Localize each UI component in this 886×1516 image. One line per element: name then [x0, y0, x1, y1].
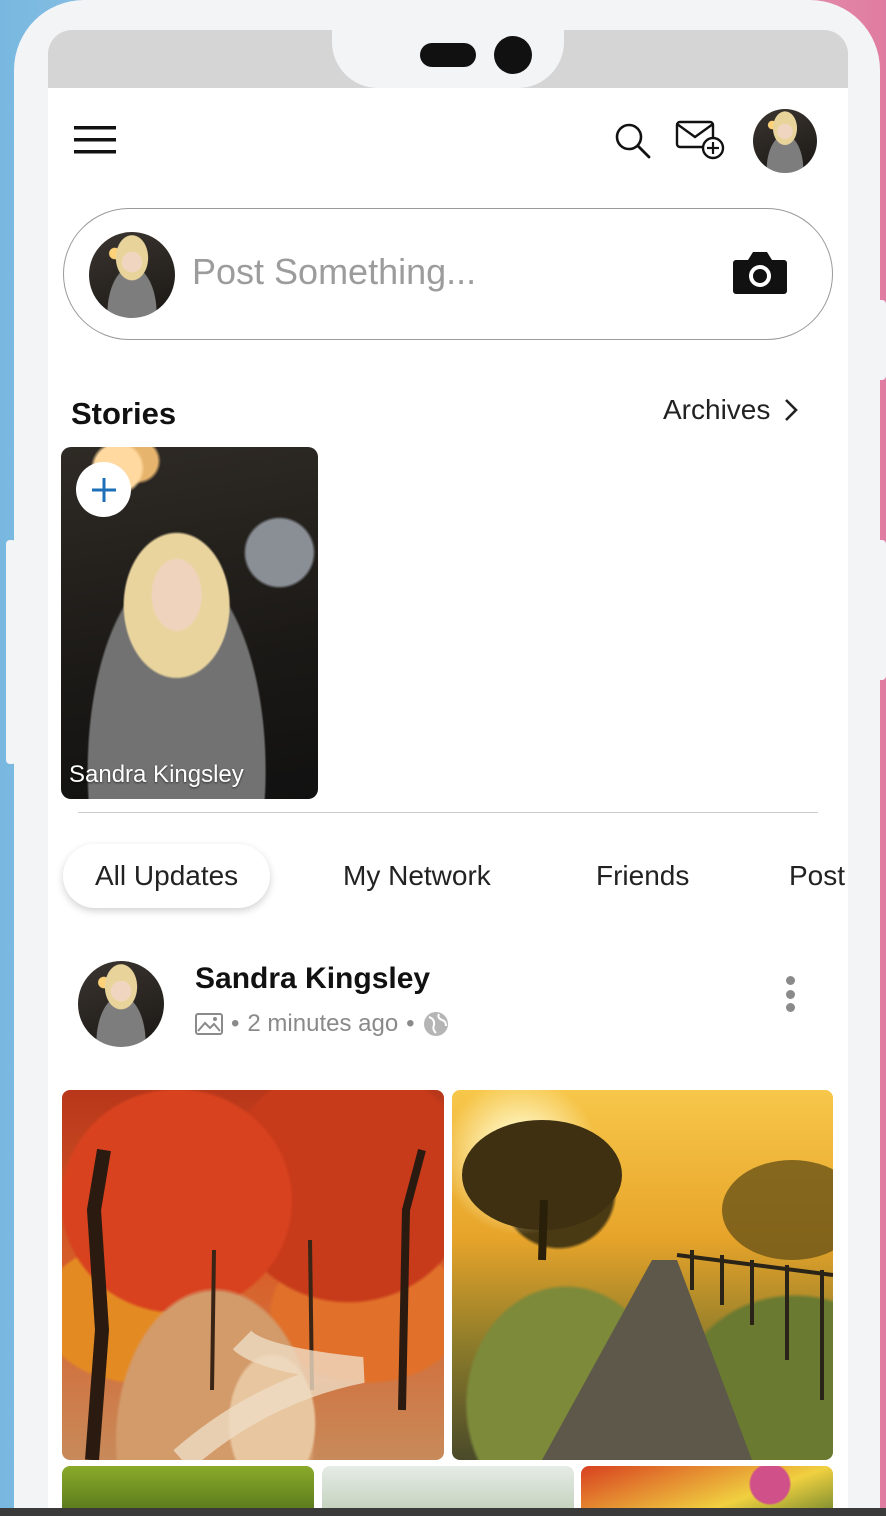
front-camera: [494, 36, 532, 74]
app-screen: Post Something... Stories Archives Sandr…: [48, 88, 848, 1516]
post-meta: • 2 minutes ago •: [195, 1010, 449, 1038]
more-vertical-icon[interactable]: [784, 976, 796, 1012]
phone-side-button: [872, 540, 886, 680]
post-author-avatar[interactable]: [78, 961, 164, 1047]
hamburger-menu-icon[interactable]: [72, 120, 118, 160]
bottom-bar: [0, 1508, 886, 1516]
archives-link[interactable]: Archives: [663, 394, 799, 426]
composer-avatar: [89, 232, 175, 318]
search-icon[interactable]: [612, 120, 654, 162]
plus-icon[interactable]: [76, 462, 131, 517]
speaker: [420, 43, 476, 67]
archives-label: Archives: [663, 394, 771, 425]
mail-plus-icon[interactable]: [674, 118, 726, 162]
post-photo[interactable]: [62, 1090, 444, 1460]
story-author-name: Sandra Kingsley: [69, 761, 244, 788]
tab-post[interactable]: Post: [789, 844, 845, 908]
story-card[interactable]: Sandra Kingsley: [61, 447, 318, 799]
tab-my-network[interactable]: My Network: [343, 844, 491, 908]
image-icon: [195, 1013, 223, 1035]
tab-all-updates[interactable]: All Updates: [63, 844, 271, 908]
post-photo[interactable]: [452, 1090, 833, 1460]
dot-separator: •: [406, 1010, 415, 1037]
phone-side-button: [872, 300, 886, 380]
post-time: 2 minutes ago: [247, 1010, 399, 1037]
post-composer[interactable]: Post Something...: [63, 208, 833, 340]
globe-icon: [423, 1012, 448, 1036]
phone-side-button: [6, 540, 16, 764]
dot-separator: •: [231, 1010, 240, 1037]
feed-tabs: All Updates My Network Friends Post: [63, 844, 848, 908]
camera-icon[interactable]: [732, 247, 788, 297]
divider: [78, 812, 818, 813]
profile-avatar[interactable]: [753, 109, 817, 173]
tab-friends[interactable]: Friends: [596, 844, 689, 908]
chevron-right-icon: [785, 399, 799, 421]
stories-title: Stories: [71, 396, 177, 431]
composer-placeholder[interactable]: Post Something...: [192, 251, 476, 293]
post-author-name[interactable]: Sandra Kingsley: [195, 962, 430, 996]
